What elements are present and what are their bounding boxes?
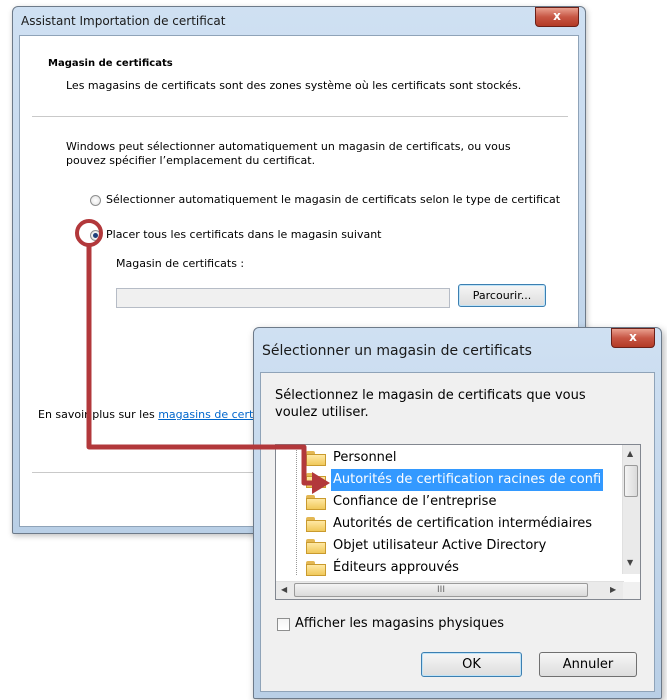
arrow-head bbox=[312, 472, 330, 494]
annotation-arrow bbox=[75, 219, 330, 494]
highlight-circle bbox=[75, 219, 103, 247]
arrow-path bbox=[86, 245, 318, 486]
